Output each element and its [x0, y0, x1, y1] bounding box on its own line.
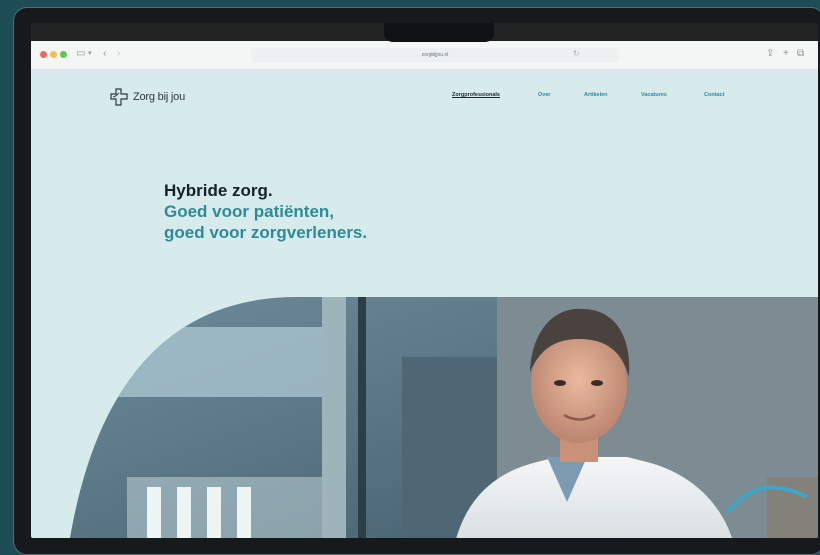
- browser-toolbar: ▭ ▾ ‹ › ◌ zorgbijjou.nl ↻ ⇪ + ⧉: [31, 41, 818, 70]
- nav-over[interactable]: Over: [538, 92, 551, 98]
- web-page: Zorg bij jou Zorgprofessionals Over Arti…: [31, 70, 818, 538]
- hero-line-3: goed voor zorgverleners.: [164, 223, 368, 242]
- laptop-frame: ▭ ▾ ‹ › ◌ zorgbijjou.nl ↻ ⇪ + ⧉ Zorg bij…: [13, 7, 820, 555]
- logo-text: Zorg bij jou: [133, 91, 186, 103]
- minimize-window-button[interactable]: [50, 51, 57, 58]
- site-logo[interactable]: Zorg bij jou: [109, 88, 185, 106]
- hero-photo-doctor: [67, 297, 818, 538]
- back-icon[interactable]: ‹: [103, 47, 106, 61]
- hero-heading: Hybride zorg. Goed voor patiënten, goed …: [164, 180, 367, 243]
- sidebar-icon[interactable]: ▭: [76, 47, 85, 61]
- nav-vacatures[interactable]: Vacatures: [641, 92, 667, 98]
- maximize-window-button[interactable]: [60, 51, 67, 58]
- camera-notch: [384, 23, 494, 42]
- address-bar[interactable]: zorgbijjou.nl: [251, 48, 619, 62]
- new-tab-icon[interactable]: +: [783, 47, 789, 61]
- hero-line-1: Hybride zorg.: [164, 181, 273, 200]
- close-window-button[interactable]: [40, 51, 47, 58]
- nav-contact[interactable]: Contact: [704, 92, 724, 98]
- chevron-down-icon[interactable]: ▾: [88, 47, 92, 61]
- backdrop: ▭ ▾ ‹ › ◌ zorgbijjou.nl ↻ ⇪ + ⧉ Zorg bij…: [0, 0, 820, 555]
- nav-artikelen[interactable]: Artikelen: [584, 92, 608, 98]
- tab-overview-icon[interactable]: ⧉: [797, 47, 804, 61]
- share-icon[interactable]: ⇪: [766, 47, 774, 61]
- laptop-screen: ▭ ▾ ‹ › ◌ zorgbijjou.nl ↻ ⇪ + ⧉ Zorg bij…: [31, 23, 818, 538]
- nav-zorgprofessionals[interactable]: Zorgprofessionals: [452, 92, 500, 98]
- reload-icon[interactable]: ↻: [573, 47, 580, 61]
- hero-line-2: Goed voor patiënten,: [164, 202, 335, 221]
- cross-logo-icon: [110, 88, 128, 106]
- forward-icon[interactable]: ›: [117, 47, 120, 61]
